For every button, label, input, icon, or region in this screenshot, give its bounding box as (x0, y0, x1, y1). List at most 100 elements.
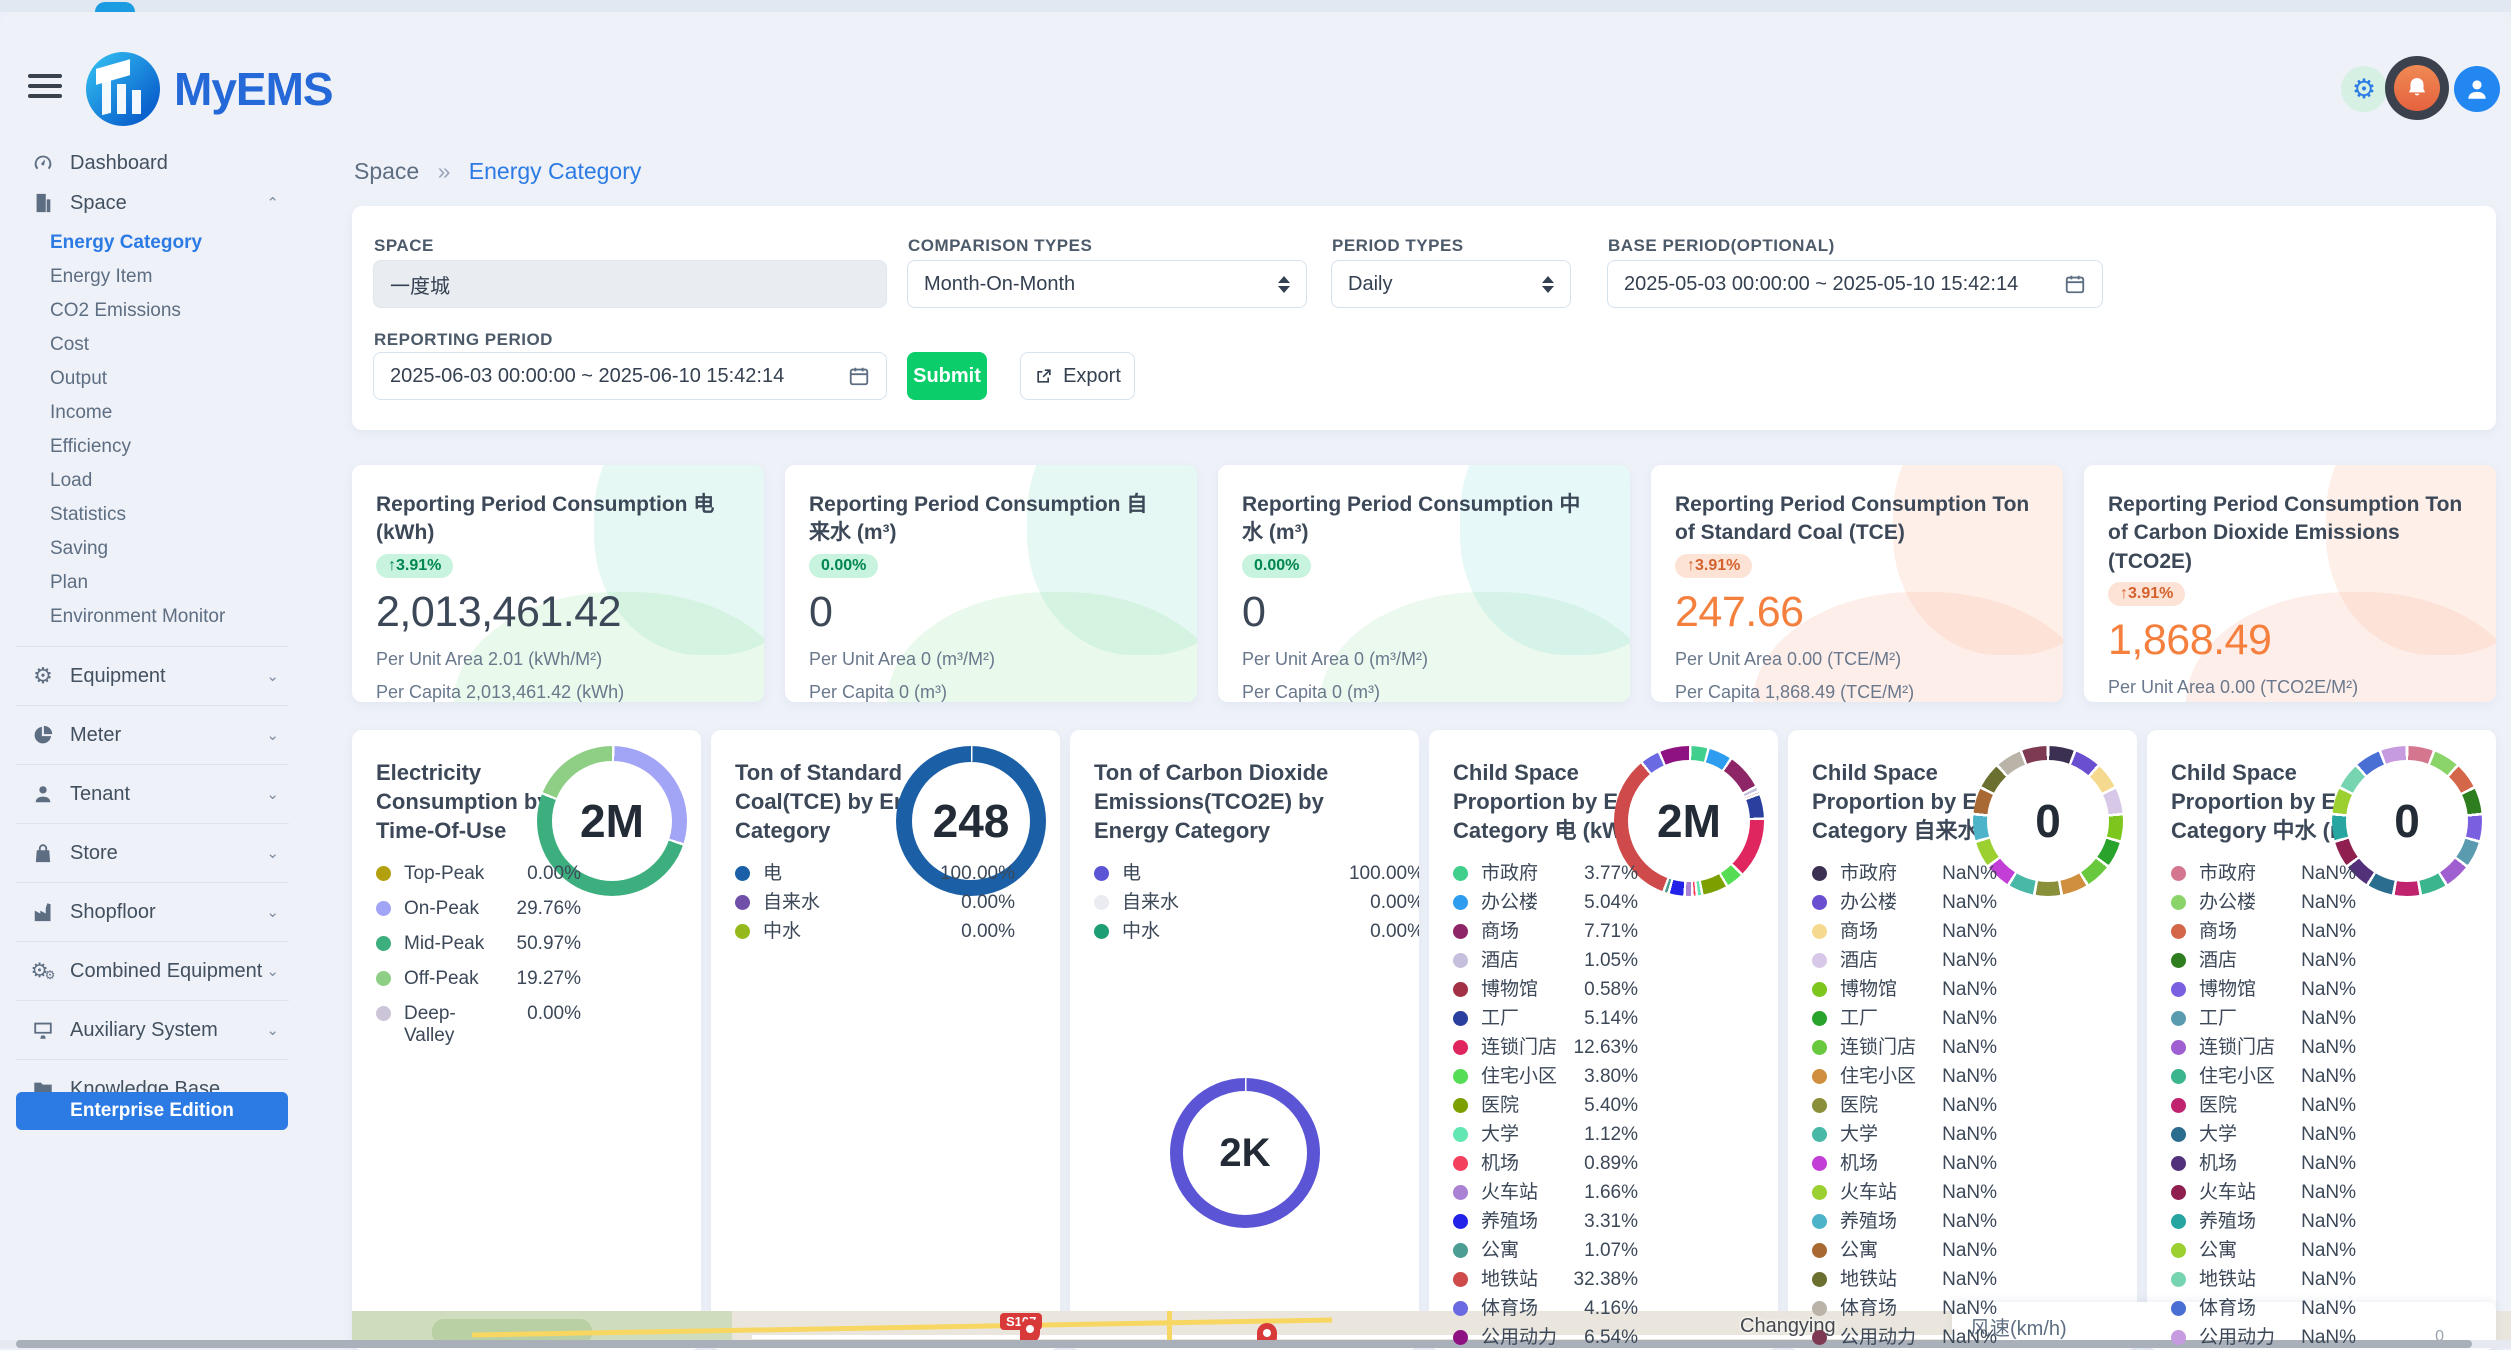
legend-item-14[interactable]: 地铁站NaN% (2171, 1269, 2356, 1291)
space-input[interactable]: 一度城 (373, 260, 887, 308)
legend-value: NaN% (2301, 1066, 2356, 1088)
legend-item-15[interactable]: 体育场NaN% (1812, 1298, 1997, 1320)
legend-item-16[interactable]: 公用动力NaN% (1812, 1327, 1997, 1349)
sidebar-subitem-income[interactable]: Income (50, 396, 305, 430)
legend-item-7[interactable]: 住宅小区NaN% (2171, 1066, 2356, 1088)
sidebar-item-equipment[interactable]: ⚙Equipment⌄ (30, 659, 305, 693)
legend-item-2[interactable]: 商场NaN% (1812, 921, 1997, 943)
legend-item-1[interactable]: 自来水0.00% (735, 892, 1015, 914)
legend-item-1[interactable]: 办公楼NaN% (2171, 892, 2356, 914)
legend-item-9[interactable]: 大学NaN% (1812, 1124, 1997, 1146)
legend-item-0[interactable]: Top-Peak0.00% (376, 863, 581, 885)
period-types-select[interactable]: Daily (1331, 260, 1571, 308)
legend-item-14[interactable]: 地铁站NaN% (1812, 1269, 1997, 1291)
breadcrumb-parent-link[interactable]: Space (354, 158, 419, 184)
legend-item-1[interactable]: 办公楼5.04% (1453, 892, 1638, 914)
brand-logo[interactable]: MyEMS (86, 52, 333, 126)
legend-item-3[interactable]: 酒店NaN% (2171, 950, 2356, 972)
legend-item-0[interactable]: 市政府NaN% (1812, 863, 1997, 885)
legend-item-9[interactable]: 大学1.12% (1453, 1124, 1638, 1146)
legend-item-13[interactable]: 公寓NaN% (1812, 1240, 1997, 1262)
hamburger-menu-icon[interactable] (28, 74, 62, 100)
legend-item-4[interactable]: 博物馆0.58% (1453, 979, 1638, 1001)
legend-item-5[interactable]: 工厂5.14% (1453, 1008, 1638, 1030)
base-period-input[interactable]: 2025-05-03 00:00:00 ~ 2025-05-10 15:42:1… (1607, 260, 2103, 308)
sidebar-subitem-energy-category[interactable]: Energy Category (50, 226, 305, 260)
reporting-period-input[interactable]: 2025-06-03 00:00:00 ~ 2025-06-10 15:42:1… (373, 352, 887, 400)
legend-item-6[interactable]: 连锁门店NaN% (2171, 1037, 2356, 1059)
legend-item-10[interactable]: 机场NaN% (2171, 1153, 2356, 1175)
legend-item-15[interactable]: 体育场NaN% (2171, 1298, 2356, 1320)
export-button[interactable]: Export (1020, 352, 1135, 400)
sidebar-subitem-saving[interactable]: Saving (50, 532, 305, 566)
sidebar-subitem-load[interactable]: Load (50, 464, 305, 498)
legend-item-12[interactable]: 养殖场3.31% (1453, 1211, 1638, 1233)
submit-button[interactable]: Submit (907, 352, 987, 400)
notifications-bell-button[interactable] (2385, 56, 2449, 120)
sidebar-subitem-output[interactable]: Output (50, 362, 305, 396)
sidebar-item-meter[interactable]: Meter⌄ (30, 718, 305, 752)
sidebar-item-combined-equipment[interactable]: ⚙⚙Combined Equipment⌄ (30, 954, 305, 988)
legend-item-16[interactable]: 公用动力NaN% (2171, 1327, 2356, 1349)
legend-item-0[interactable]: 电100.00% (735, 863, 1015, 885)
legend-item-10[interactable]: 机场NaN% (1812, 1153, 1997, 1175)
legend-item-11[interactable]: 火车站NaN% (1812, 1182, 1997, 1204)
legend-item-16[interactable]: 公用动力6.54% (1453, 1327, 1638, 1349)
sidebar-item-shopfloor[interactable]: Shopfloor⌄ (30, 895, 305, 929)
legend-item-2[interactable]: 中水0.00% (1094, 921, 1419, 943)
sidebar-item-tenant[interactable]: Tenant⌄ (30, 777, 305, 811)
legend-item-6[interactable]: 连锁门店12.63% (1453, 1037, 1638, 1059)
legend-item-2[interactable]: 中水0.00% (735, 921, 1015, 943)
legend-item-3[interactable]: Off-Peak19.27% (376, 968, 581, 990)
legend-item-6[interactable]: 连锁门店NaN% (1812, 1037, 1997, 1059)
legend-item-4[interactable]: 博物馆NaN% (1812, 979, 1997, 1001)
breadcrumb-current-link[interactable]: Energy Category (469, 158, 642, 184)
legend-item-4[interactable]: 博物馆NaN% (2171, 979, 2356, 1001)
legend-item-7[interactable]: 住宅小区3.80% (1453, 1066, 1638, 1088)
legend-item-5[interactable]: 工厂NaN% (1812, 1008, 1997, 1030)
legend-item-9[interactable]: 大学NaN% (2171, 1124, 2356, 1146)
sidebar-item-store[interactable]: Store⌄ (30, 836, 305, 870)
legend-item-13[interactable]: 公寓NaN% (2171, 1240, 2356, 1262)
legend-item-11[interactable]: 火车站1.66% (1453, 1182, 1638, 1204)
legend-item-12[interactable]: 养殖场NaN% (1812, 1211, 1997, 1233)
legend-item-1[interactable]: 自来水0.00% (1094, 892, 1419, 914)
sidebar-subitem-statistics[interactable]: Statistics (50, 498, 305, 532)
legend-item-15[interactable]: 体育场4.16% (1453, 1298, 1638, 1320)
legend-item-3[interactable]: 酒店NaN% (1812, 950, 1997, 972)
sidebar-subitem-co2-emissions[interactable]: CO2 Emissions (50, 294, 305, 328)
legend-item-3[interactable]: 酒店1.05% (1453, 950, 1638, 972)
legend-item-0[interactable]: 市政府NaN% (2171, 863, 2356, 885)
legend-item-14[interactable]: 地铁站32.38% (1453, 1269, 1638, 1291)
legend-item-7[interactable]: 住宅小区NaN% (1812, 1066, 1997, 1088)
legend-item-11[interactable]: 火车站NaN% (2171, 1182, 2356, 1204)
sidebar-subitem-energy-item[interactable]: Energy Item (50, 260, 305, 294)
legend-item-5[interactable]: 工厂NaN% (2171, 1008, 2356, 1030)
legend-item-8[interactable]: 医院NaN% (2171, 1095, 2356, 1117)
legend-item-1[interactable]: On-Peak29.76% (376, 898, 581, 920)
legend-item-4[interactable]: Deep-Valley0.00% (376, 1003, 581, 1047)
user-avatar-icon[interactable] (2454, 66, 2500, 112)
legend-item-0[interactable]: 电100.00% (1094, 863, 1419, 885)
settings-gear-icon[interactable]: ⚙ (2341, 66, 2387, 112)
sidebar-item-dashboard[interactable]: Dashboard (30, 146, 305, 180)
sidebar-item-auxiliary-system[interactable]: Auxiliary System⌄ (30, 1013, 305, 1047)
sidebar-subitem-plan[interactable]: Plan (50, 566, 305, 600)
legend-item-13[interactable]: 公寓1.07% (1453, 1240, 1638, 1262)
sidebar-item-space[interactable]: Space⌃ (30, 186, 305, 220)
enterprise-edition-button[interactable]: Enterprise Edition (16, 1092, 288, 1130)
sidebar-subitem-cost[interactable]: Cost (50, 328, 305, 362)
legend-item-12[interactable]: 养殖场NaN% (2171, 1211, 2356, 1233)
legend-item-1[interactable]: 办公楼NaN% (1812, 892, 1997, 914)
comparison-types-select[interactable]: Month-On-Month (907, 260, 1307, 308)
sidebar-subitem-environment-monitor[interactable]: Environment Monitor (50, 600, 305, 634)
legend-item-10[interactable]: 机场0.89% (1453, 1153, 1638, 1175)
legend-item-8[interactable]: 医院NaN% (1812, 1095, 1997, 1117)
legend-item-2[interactable]: 商场7.71% (1453, 921, 1638, 943)
horizontal-scrollbar-thumb[interactable] (16, 1340, 2472, 1348)
sidebar-subitem-efficiency[interactable]: Efficiency (50, 430, 305, 464)
legend-item-2[interactable]: Mid-Peak50.97% (376, 933, 581, 955)
legend-item-0[interactable]: 市政府3.77% (1453, 863, 1638, 885)
legend-item-8[interactable]: 医院5.40% (1453, 1095, 1638, 1117)
legend-item-2[interactable]: 商场NaN% (2171, 921, 2356, 943)
